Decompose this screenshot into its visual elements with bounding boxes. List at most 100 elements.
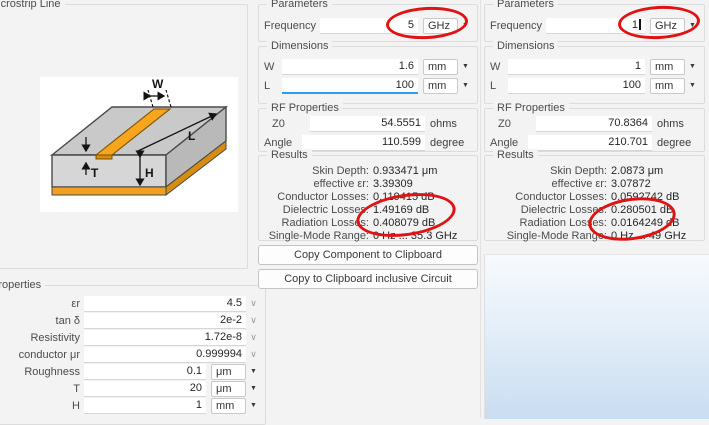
l-unit-combo-a[interactable]: mm: [423, 78, 458, 94]
w-guide-left: [148, 90, 153, 107]
property-row-h: H 1 mm ▼: [0, 397, 265, 414]
angle-label-b: Angle: [490, 137, 524, 149]
z0-field-a[interactable]: 54.5551: [310, 116, 425, 132]
t-field[interactable]: 20: [84, 381, 206, 397]
parameters-title-b: Parameters: [493, 0, 558, 11]
panel-rf-properties-b: RF Properties Z0 70.8364 ohms Angle 210.…: [484, 108, 705, 152]
rf-properties-title-b: RF Properties: [493, 102, 569, 115]
er-label: εr: [0, 298, 80, 310]
mur-field[interactable]: 0.999994: [84, 347, 246, 363]
roughness-label: Roughness: [0, 366, 80, 378]
z0-field-b[interactable]: 70.8364: [536, 116, 652, 132]
properties-title: Properties: [0, 279, 45, 292]
property-row-mur: conductor μr 0.999994 ∨: [0, 346, 265, 363]
angle-field-b[interactable]: 210.701: [528, 135, 652, 151]
frequency-label-a: Frequency: [264, 20, 316, 32]
ground-plane-front: [52, 187, 166, 195]
h-label: H: [145, 166, 154, 180]
dropdown-arrow-icon[interactable]: ▼: [247, 385, 260, 392]
w-field-b[interactable]: 1: [508, 59, 645, 75]
panel-dimensions-b: Dimensions W 1 mm ▼ L 100 mm ▼: [484, 46, 705, 104]
angle-label-a: Angle: [264, 137, 298, 149]
w-row-a: W 1.6 mm ▼: [259, 57, 477, 76]
w-unit-combo-b[interactable]: mm: [650, 59, 685, 75]
dropdown-arrow-icon[interactable]: ▼: [686, 63, 699, 70]
resistivity-field[interactable]: 1.72e-8: [84, 330, 246, 346]
rf-properties-title-a: RF Properties: [267, 102, 343, 115]
results-title-b: Results: [493, 149, 538, 162]
result-effective-er-b: effective εr: 3.07872: [485, 178, 704, 191]
roughness-unit-combo[interactable]: μm: [211, 364, 246, 380]
microstrip-diagram: W L T H: [40, 77, 238, 212]
chevron-down-icon[interactable]: ∨: [247, 315, 260, 326]
panel-dimensions-a: Dimensions W 1.6 mm ▼ L 100 mm ▼: [258, 46, 478, 104]
dropdown-arrow-icon[interactable]: ▼: [459, 63, 472, 70]
w-label-a: W: [264, 61, 278, 73]
dropdown-arrow-icon[interactable]: ▼: [247, 402, 260, 409]
chevron-down-icon[interactable]: ∨: [247, 298, 260, 309]
l-label: L: [188, 129, 195, 143]
dimensions-title-a: Dimensions: [267, 40, 332, 53]
w-unit-combo-a[interactable]: mm: [423, 59, 458, 75]
l-label-b: L: [490, 80, 504, 92]
l-label-a: L: [264, 80, 278, 92]
t-unit-combo[interactable]: μm: [211, 381, 246, 397]
w-row-b: W 1 mm ▼: [485, 57, 704, 76]
result-skin-depth-b: Skin Depth: 2.0873 μm: [485, 165, 704, 178]
frequency-label-b: Frequency: [490, 20, 542, 32]
l-unit-combo-b[interactable]: mm: [650, 78, 685, 94]
microstrip-calculator-window: Microstrip Line W: [0, 0, 709, 418]
result-effective-er-a: effective εr: 3.39309: [259, 178, 477, 191]
resistivity-label: Resistivity: [0, 332, 80, 344]
dropdown-arrow-icon[interactable]: ▼: [247, 368, 260, 375]
w-label: W: [152, 77, 164, 91]
panel-rf-properties-a: RF Properties Z0 54.5551 ohms Angle 110.…: [258, 108, 478, 152]
angle-field-a[interactable]: 110.599: [302, 135, 425, 151]
l-row-b: L 100 mm ▼: [485, 76, 704, 95]
z0-label-b: Z0: [490, 118, 532, 130]
strip-conductor-front: [96, 155, 112, 159]
panel-separator: [480, 0, 481, 418]
microstrip-line-title: Microstrip Line: [0, 0, 65, 11]
microstrip-3d-illustration: W L T H: [40, 77, 238, 212]
mur-label: conductor μr: [0, 349, 80, 361]
er-field[interactable]: 4.5: [84, 296, 246, 312]
z0-row-b: Z0 70.8364 ohms: [485, 114, 704, 133]
parameters-title-a: Parameters: [267, 0, 332, 11]
chevron-down-icon[interactable]: ∨: [247, 349, 260, 360]
l-field-b[interactable]: 100: [508, 78, 645, 94]
h-unit-combo[interactable]: mm: [211, 398, 246, 414]
h-field[interactable]: 1: [84, 398, 206, 414]
copy-circuit-button[interactable]: Copy to Clipboard inclusive Circuit: [258, 269, 478, 289]
chevron-down-icon[interactable]: ∨: [247, 332, 260, 343]
results-title-a: Results: [267, 149, 312, 162]
w-label-b: W: [490, 61, 504, 73]
plot-placeholder-area: [484, 254, 709, 419]
z0-label-a: Z0: [264, 118, 306, 130]
z0-unit-b: ohms: [657, 118, 699, 130]
dropdown-arrow-icon[interactable]: ▼: [459, 82, 472, 89]
angle-unit-b: degree: [657, 137, 699, 149]
property-row-tand: tan δ 2e-2 ∨: [0, 312, 265, 329]
property-row-resistivity: Resistivity 1.72e-8 ∨: [0, 329, 265, 346]
tand-label: tan δ: [0, 315, 80, 327]
result-skin-depth-a: Skin Depth: 0.933471 μm: [259, 165, 477, 178]
roughness-field[interactable]: 0.1: [84, 364, 206, 380]
l-row-a: L 100 mm ▼: [259, 76, 477, 95]
h-label: H: [0, 400, 80, 412]
dimensions-title-b: Dimensions: [493, 40, 558, 53]
t-label: T: [0, 383, 80, 395]
angle-unit-a: degree: [430, 137, 472, 149]
property-row-t: T 20 μm ▼: [0, 380, 265, 397]
z0-unit-a: ohms: [430, 118, 472, 130]
dropdown-arrow-icon[interactable]: ▼: [686, 82, 699, 89]
l-field-a[interactable]: 100: [282, 78, 418, 94]
tand-field[interactable]: 2e-2: [84, 313, 246, 329]
t-label: T: [91, 166, 99, 180]
property-row-er: εr 4.5 ∨: [0, 295, 265, 312]
result-conductor-losses-b: Conductor Losses: 0.0592742 dB: [485, 191, 704, 204]
w-field-a[interactable]: 1.6: [282, 59, 418, 75]
w-guide-right: [166, 90, 171, 107]
copy-component-button[interactable]: Copy Component to Clipboard: [258, 245, 478, 265]
property-row-roughness: Roughness 0.1 μm ▼: [0, 363, 265, 380]
